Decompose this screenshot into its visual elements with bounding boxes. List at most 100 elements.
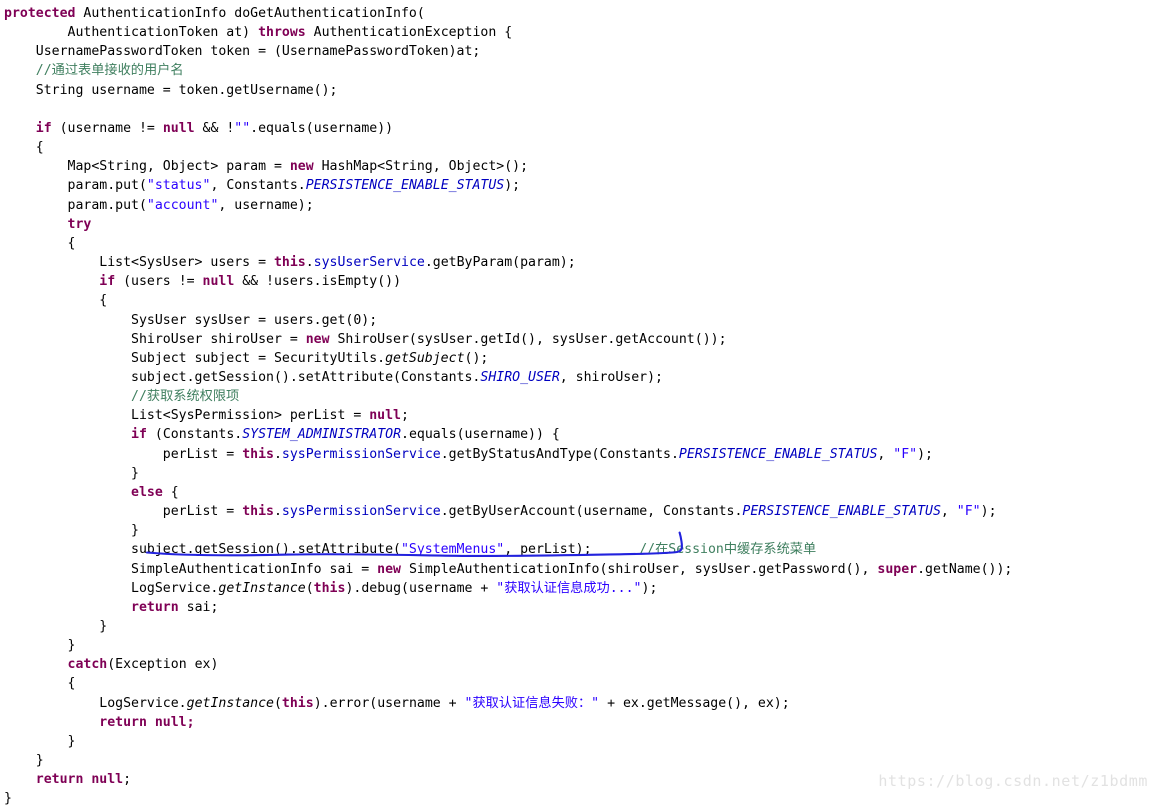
code-line: perList = this.sysPermissionService.getB… [4,447,933,462]
code-line: protected AuthenticationInfo doGetAuthen… [4,6,425,21]
code-token-plain: LogService. [4,580,219,596]
code-line: List<SysPermission> perList = null; [4,408,409,423]
code-token-kw: this [313,580,346,596]
code-line: List<SysUser> users = this.sysUserServic… [4,255,576,271]
code-token-cmt: //获取系统权限项 [4,389,240,405]
code-token-plain: perList = [4,446,243,462]
code-line: param.put("status", Constants.PERSISTENC… [4,178,521,194]
code-line: Subject subject = SecurityUtils.getSubje… [4,351,488,366]
code-line: param.put("account", username); [4,198,314,213]
code-token-kw: this [242,446,274,462]
code-token-plain: Subject subject = SecurityUtils. [4,350,386,366]
code-token-kw: new [377,561,401,577]
code-token-kw: new [305,331,330,347]
code-token-plain: } [4,733,76,749]
code-token-cnst: PERSISTENCE_ENABLE_STATUS [742,504,941,520]
code-token-plain: ).error(username + [313,695,465,711]
code-token-plain: ( [273,695,282,711]
code-token-kw: if [35,120,52,136]
code-token-kw: if [99,274,116,290]
code-token-plain: ).debug(username + [345,580,497,596]
code-line: } [4,753,44,768]
code-token-plain: sai; [178,599,219,615]
code-token-plain: ); [917,446,933,462]
code-line: subject.getSession().setAttribute("Syste… [4,542,816,557]
code-token-plain: ; [123,772,132,788]
code-token-plain: ); [980,504,997,520]
code-token-kw: null; [146,714,195,730]
code-line: if (username != null && !"".equals(usern… [4,121,393,136]
code-token-plain: { [4,140,44,156]
code-line: LogService.getInstance(this).error(usern… [4,695,790,711]
code-line: } [4,791,12,806]
code-token-kw: else [131,484,163,500]
code-line: ShiroUser shiroUser = new ShiroUser(sysU… [4,331,726,347]
code-token-kw: this [273,255,306,271]
code-token-plain: SysUser sysUser = users.get(0); [4,312,378,328]
code-token-kw: return [131,599,179,615]
code-token-str: "F" [956,504,981,520]
code-token-plain: .getByParam(param); [424,255,576,271]
code-token-plain: } [4,619,108,634]
code-token-kw: null [162,120,195,136]
code-token-stmeth: getSubject [385,350,465,366]
code-token-plain: , Constants. [210,178,306,194]
code-token-plain: .equals(username)) [250,120,394,136]
code-token-plain: } [4,523,139,539]
code-token-plain: } [4,638,76,654]
code-token-plain: ); [641,580,658,596]
code-token-kw: null [369,408,401,424]
code-token-plain: && ! [194,120,235,136]
code-token-str: "获取认证信息成功..." [496,580,642,596]
code-line: { [4,676,76,692]
code-token-plain: AuthenticationToken at) [4,25,259,41]
code-token-cnst: SYSTEM_ADMINISTRATOR [242,427,402,443]
csdn-blog-watermark: https://blog.csdn.net/z1bdmm [878,772,1148,790]
code-token-plain: , shiroUser); [559,369,663,385]
code-line: return null; [4,714,195,730]
code-token-kw: this [281,695,314,711]
code-token-kw: super [877,561,918,577]
code-token-plain: + ex.getMessage(), ex); [599,695,790,711]
code-token-plain: { [4,676,76,692]
source-code-listing[interactable]: protected AuthenticationInfo doGetAuthen… [0,0,1012,809]
code-token-plain: param.put( [4,178,147,194]
code-token-kw: catch [67,657,108,673]
code-token-plain: UsernamePasswordToken token = (UsernameP… [4,44,481,60]
code-token-plain: .equals(username)) { [401,427,560,443]
code-line: { [4,293,107,308]
code-token-fld: sysPermissionService [281,446,441,462]
code-token-plain: , [940,504,957,520]
code-token-plain: ); [504,178,521,194]
code-token-plain: } [4,465,139,481]
code-token-plain: . [273,446,282,462]
code-token-plain: subject.getSession().setAttribute(Consta… [4,369,481,385]
code-token-cmt: //在Session中缓存系统菜单 [639,542,817,558]
code-token-plain: { [4,235,76,251]
code-line: catch(Exception ex) [4,657,219,673]
code-token-kw: try [67,216,92,232]
code-line: } [4,733,76,749]
code-token-kw: null [91,772,124,788]
code-token-cmt: //通过表单接收的用户名 [4,63,184,79]
code-line: UsernamePasswordToken token = (UsernameP… [4,44,481,60]
code-token-stmeth: getInstance [218,580,306,596]
code-line: String username = token.getUsername(); [4,83,338,98]
code-token-plain: HashMap<String, Object>(); [313,159,529,175]
code-token-plain: LogService. [4,695,187,711]
code-token-str: "status" [146,178,211,194]
code-token-cnst: SHIRO_USER [480,369,560,385]
code-token-plain: . [305,255,314,271]
code-token-kw: protected [4,6,76,21]
code-token-plain: , username); [218,197,314,213]
code-token-plain: List<SysUser> users = [4,255,274,271]
code-line: AuthenticationToken at) throws Authentic… [4,25,513,41]
code-token-cnst: PERSISTENCE_ENABLE_STATUS [678,446,878,462]
code-token-str: "account" [146,197,219,213]
code-token-plain: subject.getSession().setAttribute( [4,542,401,558]
code-token-kw: return [99,714,147,730]
code-viewer: protected AuthenticationInfo doGetAuthen… [0,0,1156,806]
code-line: SysUser sysUser = users.get(0); [4,313,377,328]
